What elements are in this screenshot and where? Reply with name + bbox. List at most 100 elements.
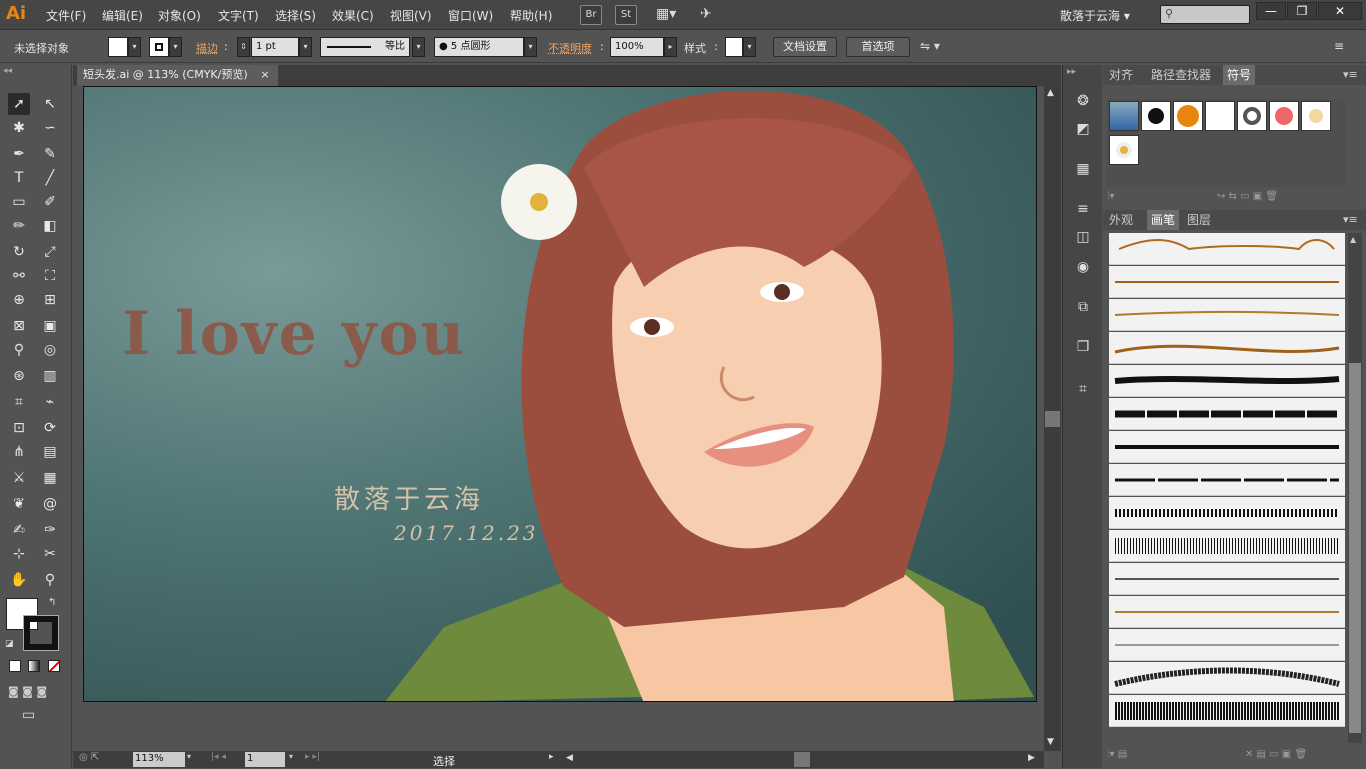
stroke-weight-stepper[interactable]: ⇕: [237, 37, 250, 57]
layers-icon[interactable]: ❐: [1073, 337, 1093, 357]
fill-swatch[interactable]: [108, 37, 128, 57]
preferences-button[interactable]: 首选项: [846, 37, 910, 57]
help-search-input[interactable]: ⚲: [1160, 5, 1250, 24]
symbol-sketch[interactable]: [1205, 101, 1235, 131]
scroll-right-icon[interactable]: ▶: [1028, 753, 1035, 763]
shape-builder-icon[interactable]: ⊕: [8, 289, 30, 311]
gradient-panel-icon[interactable]: ◩: [1073, 119, 1093, 139]
collapse-icon[interactable]: ◂◂: [3, 66, 12, 76]
brush-row[interactable]: [1109, 497, 1345, 529]
hand-tool-icon[interactable]: ✋: [8, 569, 30, 591]
opacity-input[interactable]: 100%: [610, 37, 664, 57]
mesh-tool-icon[interactable]: ⊠: [8, 315, 30, 337]
symbol-bouquet[interactable]: [1301, 101, 1331, 131]
gradient-tool-icon[interactable]: ▣: [39, 315, 61, 337]
symbol-library-menu-icon[interactable]: ⫶▾: [1107, 191, 1115, 202]
eraser-icon[interactable]: ◧: [39, 215, 61, 237]
brush-row[interactable]: [1109, 332, 1345, 364]
stroke-weight-dropdown[interactable]: ▾: [299, 37, 312, 57]
vertical-scrollbar[interactable]: ▲ ▼: [1044, 86, 1061, 751]
panel-menu-icon[interactable]: ▾≡: [1343, 68, 1358, 81]
crop-icon[interactable]: ⊡: [8, 417, 30, 439]
stroke-dropdown[interactable]: ▾: [169, 37, 182, 57]
rotate-icon[interactable]: ↻: [8, 241, 30, 263]
menu-help[interactable]: 帮助(H): [510, 7, 552, 24]
swatches-icon[interactable]: ▦: [1073, 159, 1093, 179]
type-tool-icon[interactable]: T: [8, 167, 30, 189]
close-tab-icon[interactable]: ×: [260, 65, 269, 85]
arrange-docs-icon[interactable]: ▦▾: [656, 6, 684, 24]
symbol-orange-button[interactable]: [1173, 101, 1203, 131]
tab-layers[interactable]: 图层: [1183, 210, 1215, 230]
line-tool-icon[interactable]: ╱: [39, 167, 61, 189]
profile-dropdown[interactable]: ▾: [412, 37, 425, 57]
control-panel-menu-icon[interactable]: ≡: [1334, 39, 1344, 53]
menu-window[interactable]: 窗口(W): [448, 7, 493, 24]
style-dropdown[interactable]: ▾: [743, 37, 756, 57]
brushes-menu-icon[interactable]: ▾≡: [1343, 213, 1358, 226]
eyedropper-2-icon[interactable]: ✑: [39, 519, 61, 541]
artboard-dropdown-icon[interactable]: ▾: [289, 752, 293, 761]
draw-mode-icon[interactable]: ◙ ◙ ◙: [8, 685, 47, 698]
graph-tool-icon[interactable]: ▥: [39, 365, 61, 387]
opacity-arrow[interactable]: ▸: [664, 37, 677, 57]
puppet-warp-icon[interactable]: ⋔: [8, 441, 30, 463]
blend-tool-icon[interactable]: ◎: [39, 339, 61, 361]
perspective-grid-icon[interactable]: ⊞: [39, 289, 61, 311]
bridge-button[interactable]: Br: [580, 5, 602, 25]
artboard-nav-next-icon[interactable]: ▸ ▸|: [305, 752, 320, 762]
twirl-icon[interactable]: ⟳: [39, 417, 61, 439]
dock-expand-icon[interactable]: ▸▸: [1067, 67, 1076, 77]
knife-icon[interactable]: ⚔: [8, 467, 30, 489]
color-mode-icon[interactable]: [9, 660, 21, 672]
brushes-scrollbar[interactable]: ▲: [1348, 233, 1362, 743]
brush-row[interactable]: [1109, 266, 1345, 298]
slice-tool-icon[interactable]: ⌁: [39, 391, 61, 413]
pen-tool-icon[interactable]: ✒: [8, 143, 30, 165]
artboard-icon[interactable]: ⊹: [8, 543, 30, 565]
color-guide-icon[interactable]: ❂: [1073, 91, 1093, 111]
vertical-scroll-thumb[interactable]: [1045, 411, 1060, 427]
zoom-dropdown-icon[interactable]: ▾: [187, 752, 191, 761]
scale-icon[interactable]: ⤢: [39, 241, 61, 263]
symbol-red-flower[interactable]: [1269, 101, 1299, 131]
document-tab[interactable]: 短头发.ai @ 113% (CMYK/预览) ×: [77, 65, 278, 86]
scissors-icon[interactable]: ✂: [39, 543, 61, 565]
menu-object[interactable]: 对象(O): [158, 7, 201, 24]
brush-row[interactable]: [1109, 464, 1345, 496]
paintbrush-icon[interactable]: ✐: [39, 191, 61, 213]
artboard-nav-prev-icon[interactable]: |◂ ◂: [211, 752, 226, 762]
menu-effect[interactable]: 效果(C): [332, 7, 374, 24]
stock-button[interactable]: St: [615, 5, 637, 25]
direct-selection-tool-icon[interactable]: ↖: [39, 93, 61, 115]
pencil-icon[interactable]: ✏: [8, 215, 30, 237]
artboards-icon[interactable]: ⌗: [1073, 379, 1093, 399]
zoom-input[interactable]: 113%: [133, 752, 185, 767]
symbol-actions-icon[interactable]: ↪ ⇆ ▭ ▣ 🗑: [1217, 191, 1278, 202]
minimize-button[interactable]: —: [1256, 2, 1286, 20]
horizontal-scrollbar[interactable]: ◀ ▶: [560, 751, 1044, 768]
default-colors-icon[interactable]: ◪: [5, 639, 14, 649]
arrange-icon[interactable]: ⇋ ▾: [920, 39, 940, 53]
brush-row[interactable]: [1109, 398, 1345, 430]
stroke-panel-icon[interactable]: ≡: [1073, 199, 1093, 219]
symbol-gear[interactable]: [1237, 101, 1267, 131]
artboard-tool-icon[interactable]: ⌗: [8, 391, 30, 413]
artboard[interactable]: I love you 散落于云海 2017.12.23: [83, 86, 1037, 702]
tab-pathfinder[interactable]: 路径查找器: [1147, 65, 1215, 85]
symbol-ink-splat[interactable]: [1141, 101, 1171, 131]
maximize-button[interactable]: ❐: [1287, 2, 1317, 20]
none-mode-icon[interactable]: [48, 660, 60, 672]
blob-brush-icon[interactable]: ✍: [8, 519, 30, 541]
menu-file[interactable]: 文件(F): [46, 7, 86, 24]
document-setup-button[interactable]: 文档设置: [773, 37, 837, 57]
brush-dropdown[interactable]: ▾: [524, 37, 537, 57]
tab-align[interactable]: 对齐: [1105, 65, 1137, 85]
stroke-swatch[interactable]: [149, 37, 169, 57]
gradient-mode-icon[interactable]: [28, 660, 40, 672]
pattern-icon[interactable]: ▦: [39, 467, 61, 489]
brush-row[interactable]: [1109, 530, 1345, 562]
horizontal-scroll-thumb[interactable]: [794, 752, 810, 767]
symbol-blue-banner[interactable]: [1109, 101, 1139, 131]
brush-library-icon[interactable]: ⫶▾ ▤: [1107, 749, 1127, 760]
